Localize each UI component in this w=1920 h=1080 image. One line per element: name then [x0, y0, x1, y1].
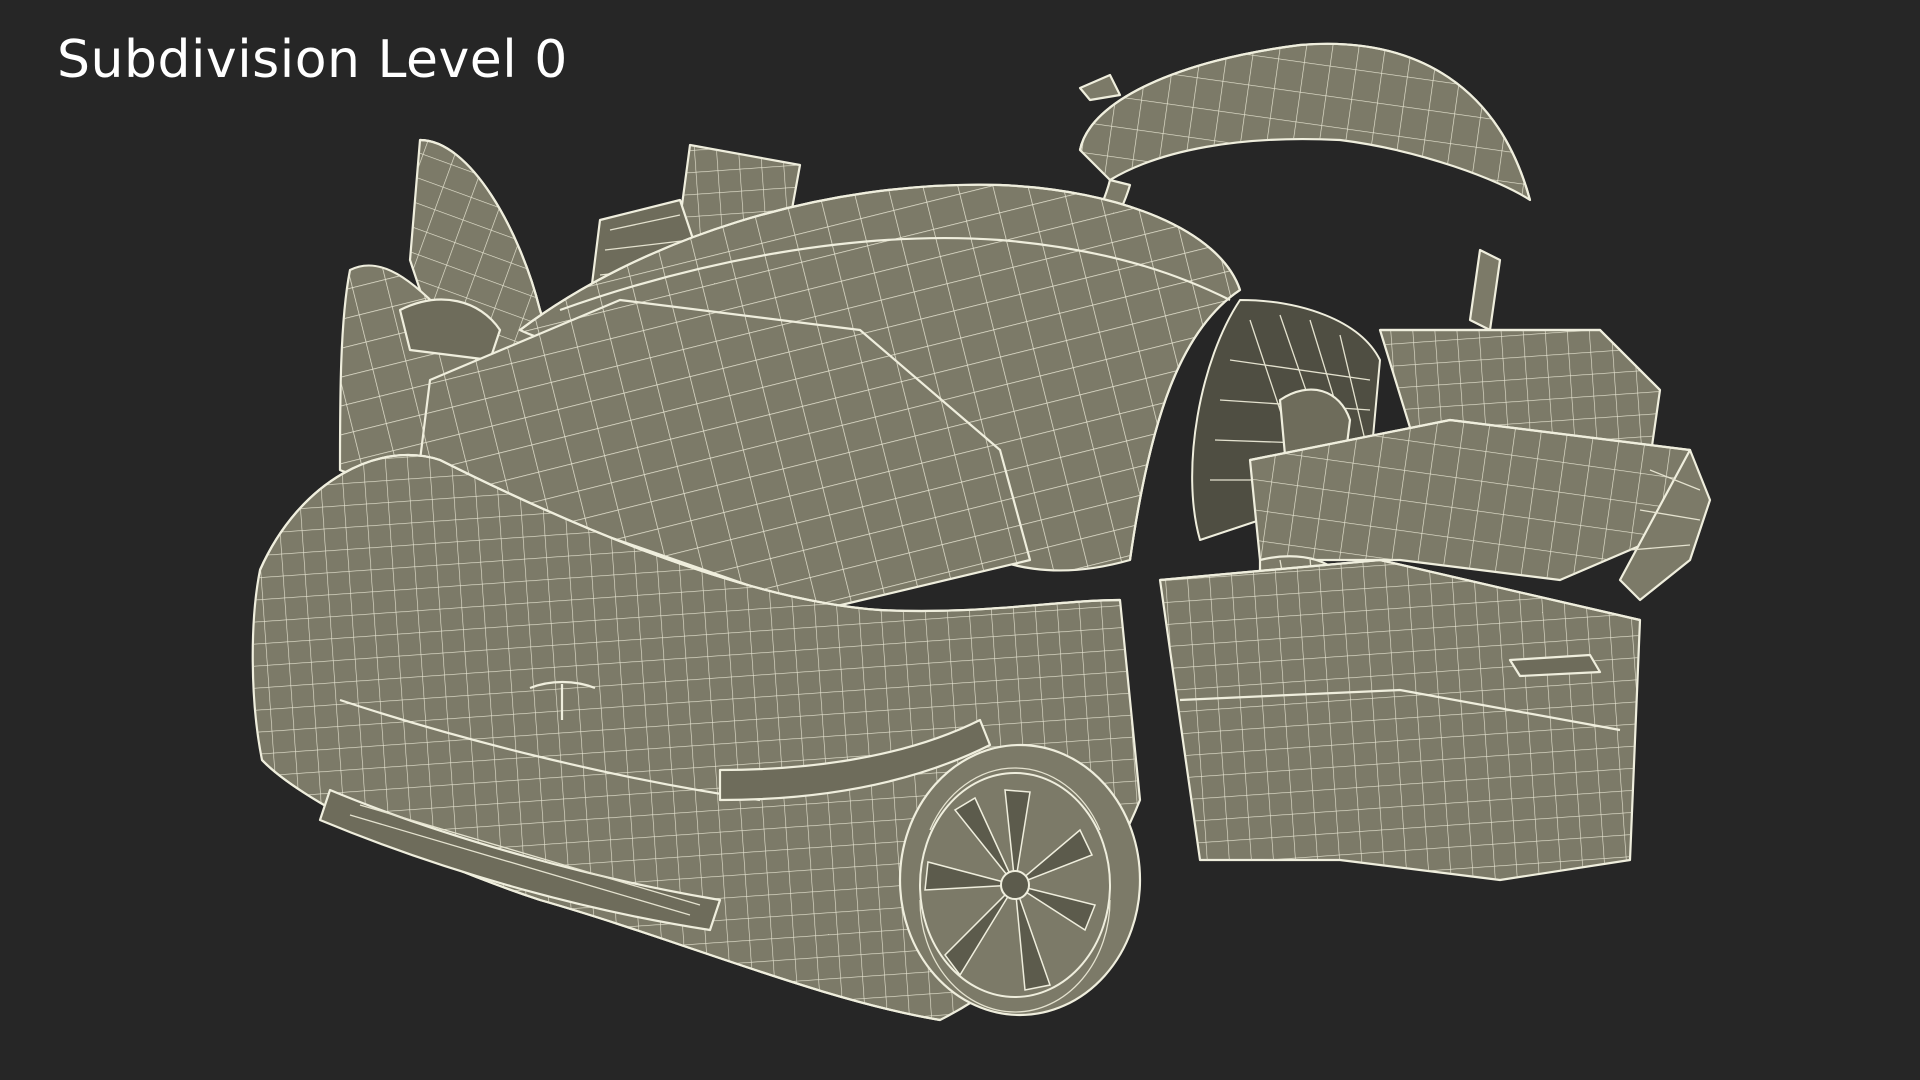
- render-viewport: Subdivision Level 0: [0, 0, 1920, 1080]
- right-side-door: [1158, 558, 1642, 882]
- front-wheel: [898, 743, 1142, 1017]
- subdivision-level-caption: Subdivision Level 0: [57, 30, 568, 90]
- car-wireframe-render: [251, 42, 1712, 1022]
